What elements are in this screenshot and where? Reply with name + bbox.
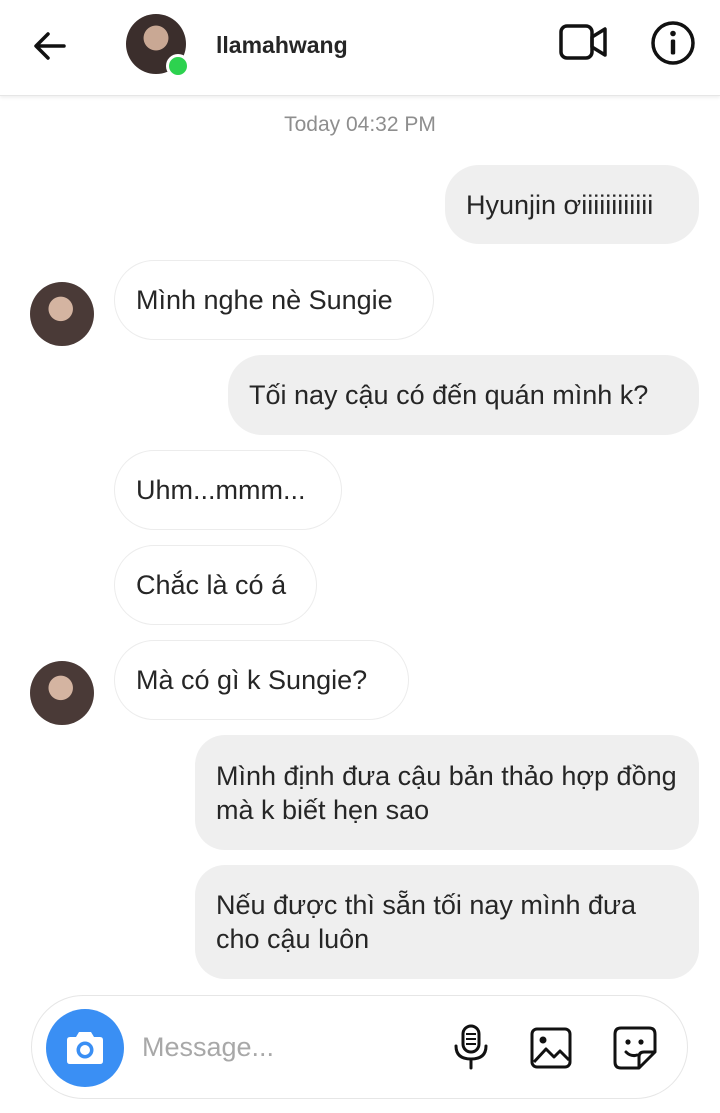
back-button[interactable]	[28, 24, 72, 68]
chat-header: llamahwang	[0, 0, 720, 96]
sticker-button[interactable]	[612, 1025, 658, 1071]
outgoing-message[interactable]: Mình định đưa cậu bản thảo hợp đồng mà k…	[195, 735, 699, 850]
online-status-indicator	[166, 54, 190, 78]
voice-message-button[interactable]	[450, 1024, 492, 1070]
info-icon	[651, 21, 695, 65]
camera-icon	[67, 1032, 103, 1064]
sticker-icon	[613, 1026, 657, 1070]
incoming-message[interactable]: Mà có gì k Sungie?	[114, 640, 409, 720]
image-icon	[530, 1027, 572, 1069]
incoming-message[interactable]: Mình nghe nè Sungie	[114, 260, 434, 340]
video-camera-icon	[559, 24, 607, 60]
camera-button[interactable]	[46, 1009, 124, 1087]
microphone-icon	[454, 1024, 488, 1070]
video-call-button[interactable]	[558, 22, 608, 62]
sender-avatar[interactable]	[30, 282, 94, 346]
message-composer	[31, 995, 688, 1099]
arrow-left-icon	[34, 32, 66, 60]
profile-avatar[interactable]	[126, 14, 190, 78]
chat-username[interactable]: llamahwang	[216, 32, 348, 59]
gallery-button[interactable]	[529, 1026, 573, 1070]
outgoing-message[interactable]: Tối nay cậu có đến quán mình k?	[228, 355, 699, 435]
incoming-message[interactable]: Chắc là có á	[114, 545, 317, 625]
incoming-message[interactable]: Uhm...mmm...	[114, 450, 342, 530]
conversation-timestamp: Today 04:32 PM	[284, 113, 436, 136]
conversation-info-button[interactable]	[650, 20, 696, 66]
sender-avatar[interactable]	[30, 661, 94, 725]
outgoing-message[interactable]: Hyunjin ơiiiiiiiiiiii	[445, 165, 699, 244]
message-input[interactable]	[142, 1026, 442, 1068]
outgoing-message[interactable]: Nếu được thì sẵn tối nay mình đưa cho cậ…	[195, 865, 699, 979]
